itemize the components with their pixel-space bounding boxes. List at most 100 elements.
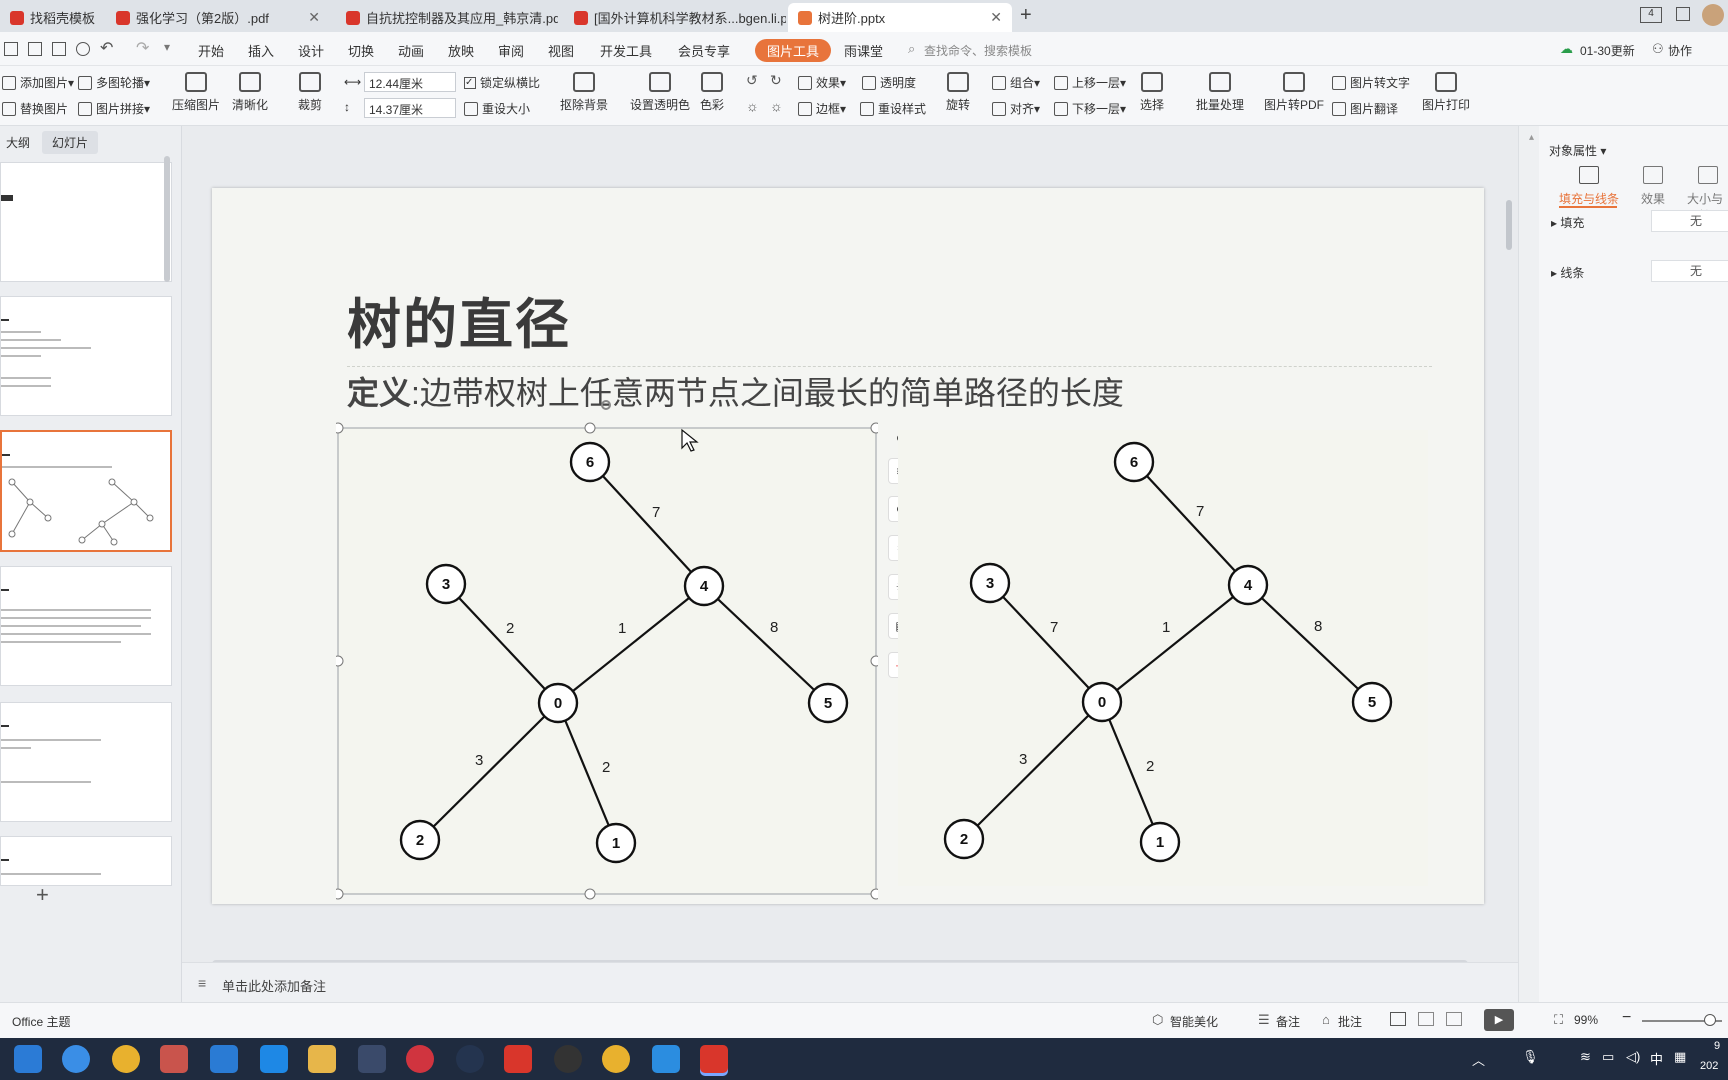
notes-placeholder[interactable]: 单击此处添加备注 (222, 976, 326, 995)
notes-toggle-button[interactable]: 备注 (1276, 1013, 1300, 1030)
preview-icon[interactable] (76, 42, 90, 56)
chevron-down-icon[interactable]: ▾ (164, 40, 170, 54)
batch-button[interactable]: 批量处理 (1196, 72, 1244, 113)
mic-icon[interactable]: 🎙 (1522, 1049, 1539, 1065)
tab-pptx[interactable]: 树进阶.pptx ✕ (788, 3, 1012, 32)
rotate-handle[interactable] (601, 400, 611, 410)
tab-slides[interactable]: 幻灯片 (42, 131, 99, 154)
bring-forward-button[interactable]: 上移一层 ▾ (1054, 74, 1126, 91)
zoom-level[interactable]: 99% (1574, 1013, 1598, 1027)
search-input[interactable]: 查找命令、搜索模板 (924, 42, 1032, 59)
menu-icon[interactable] (4, 42, 18, 56)
slide-thumbnail[interactable] (0, 836, 172, 886)
app-icon[interactable] (62, 1045, 90, 1073)
slide-thumbnail[interactable] (0, 162, 172, 282)
resize-handle[interactable] (336, 888, 344, 900)
brightness-down-icon[interactable]: ☼ (770, 98, 783, 114)
vertical-scrollbar[interactable] (1504, 140, 1514, 960)
fill-section[interactable]: ▸ 填充 (1551, 214, 1584, 231)
align-button[interactable]: 对齐 ▾ (992, 100, 1040, 117)
set-transparent-button[interactable]: 设置透明色 (630, 72, 690, 113)
select-button[interactable]: 选择 (1140, 72, 1164, 113)
play-slideshow-button[interactable]: ▶ (1484, 1009, 1514, 1031)
steam-icon[interactable] (456, 1045, 484, 1073)
send-backward-button[interactable]: 下移一层 ▾ (1054, 100, 1126, 117)
add-image-button[interactable]: 添加图片 ▾ (2, 74, 74, 91)
panel-header[interactable]: 对象属性 ▾ (1529, 142, 1606, 159)
to-pdf-button[interactable]: 图片转PDF (1264, 72, 1324, 113)
tab-effects[interactable]: 效果 (1641, 166, 1665, 207)
clock-date[interactable]: 202 (1700, 1060, 1718, 1072)
comments-button[interactable]: 批注 (1338, 1013, 1362, 1030)
slide-title[interactable]: 树的直径 (347, 280, 571, 359)
clock-time[interactable]: 9 (1714, 1040, 1720, 1052)
reset-size-button[interactable]: 重设大小 (464, 100, 530, 117)
border-button[interactable]: 边框 ▾ (798, 100, 846, 117)
ime-indicator[interactable]: 中 (1650, 1049, 1663, 1068)
vscode-icon[interactable] (210, 1045, 238, 1073)
brightness-up-icon[interactable]: ☼ (746, 98, 759, 114)
undo-icon[interactable]: ↶ (100, 38, 113, 58)
color-button[interactable]: 色彩 (700, 72, 724, 113)
wps-icon[interactable] (504, 1045, 532, 1073)
tree-image-right[interactable]: 7 7 1 8 3 2 6 3 4 0 5 2 1 (898, 430, 1428, 886)
reading-view-icon[interactable] (1446, 1012, 1462, 1026)
reset-style-button[interactable]: 重设样式 (860, 100, 926, 117)
line-section[interactable]: ▸ 线条 (1551, 264, 1584, 281)
new-tab-button[interactable]: + (1020, 4, 1032, 27)
slide-thumbnail[interactable] (0, 296, 172, 416)
tab-outline[interactable]: 大纲 (6, 134, 30, 151)
menu-member[interactable]: 会员专享 (678, 41, 730, 60)
close-icon[interactable]: ✕ (308, 9, 320, 26)
grid-view-icon[interactable] (1418, 1012, 1434, 1026)
menu-design[interactable]: 设计 (298, 41, 324, 60)
close-icon[interactable]: ✕ (990, 9, 1002, 26)
resize-handle[interactable] (336, 422, 344, 434)
compress-button[interactable]: 压缩图片 (172, 72, 220, 113)
menu-developer[interactable]: 开发工具 (600, 41, 652, 60)
tab-template[interactable]: 找稻壳模板 (0, 3, 100, 32)
menu-transition[interactable]: 切换 (348, 41, 374, 60)
grid-icon[interactable] (1676, 7, 1690, 21)
panel-scrollbar[interactable] (164, 156, 170, 282)
tab-pdf-rl[interactable]: 强化学习（第2版）.pdf ✕ (106, 3, 330, 32)
normal-view-icon[interactable] (1390, 1012, 1406, 1026)
image-splice-button[interactable]: 图片拼接 ▾ (78, 100, 150, 117)
folder-icon[interactable] (308, 1045, 336, 1073)
resize-handle[interactable] (584, 422, 596, 434)
print-image-button[interactable]: 图片打印 (1422, 72, 1470, 113)
resize-handle[interactable] (870, 655, 878, 667)
photos-icon[interactable] (652, 1045, 680, 1073)
effects-button[interactable]: 效果 ▾ (798, 74, 846, 91)
battery-icon[interactable]: ▭ (1602, 1049, 1614, 1065)
slide-thumbnail[interactable] (0, 702, 172, 822)
mail-icon[interactable] (14, 1045, 42, 1073)
beautify-button[interactable]: 智能美化 (1170, 1013, 1218, 1030)
netease-music-icon[interactable] (406, 1045, 434, 1073)
slide-thumbnail-current[interactable] (0, 430, 172, 552)
multi-outline-button[interactable]: 多图轮播 ▾ (78, 74, 150, 91)
lock-ratio-checkbox[interactable]: ✓ 锁定纵横比 (464, 74, 540, 91)
tab-pdf-adrc[interactable]: 自抗扰控制器及其应用_韩京清.pdf (336, 3, 558, 32)
collab-button[interactable]: 协作 (1668, 42, 1692, 59)
menu-animation[interactable]: 动画 (398, 41, 424, 60)
zoom-slider-thumb[interactable] (1704, 1014, 1716, 1026)
wps-active-icon[interactable] (700, 1045, 728, 1073)
rotate-right-icon[interactable]: ↻ (770, 72, 782, 89)
snipping-icon[interactable] (160, 1045, 188, 1073)
save-icon[interactable] (28, 42, 42, 56)
keyboard-icon[interactable]: ▦ (1674, 1049, 1686, 1065)
remove-background-button[interactable]: 抠除背景 (560, 72, 608, 113)
menu-home[interactable]: 开始 (198, 41, 224, 60)
resize-handle[interactable] (584, 888, 596, 900)
menu-view[interactable]: 视图 (548, 41, 574, 60)
tab-pdf-cs[interactable]: [国外计算机科学教材系...bgen.li.pdf (564, 3, 786, 32)
translate-button[interactable]: 图片翻译 (1332, 100, 1398, 117)
volume-icon[interactable]: ◁) (1626, 1049, 1640, 1065)
update-label[interactable]: 01-30更新 (1580, 42, 1635, 59)
tab-fill-line[interactable]: 填充与线条 (1559, 166, 1619, 207)
transparency-button[interactable]: 透明度 (862, 74, 916, 91)
replace-image-button[interactable]: 替换图片 (2, 100, 68, 117)
chrome-icon[interactable] (602, 1045, 630, 1073)
fill-value[interactable]: 无 (1651, 210, 1728, 232)
